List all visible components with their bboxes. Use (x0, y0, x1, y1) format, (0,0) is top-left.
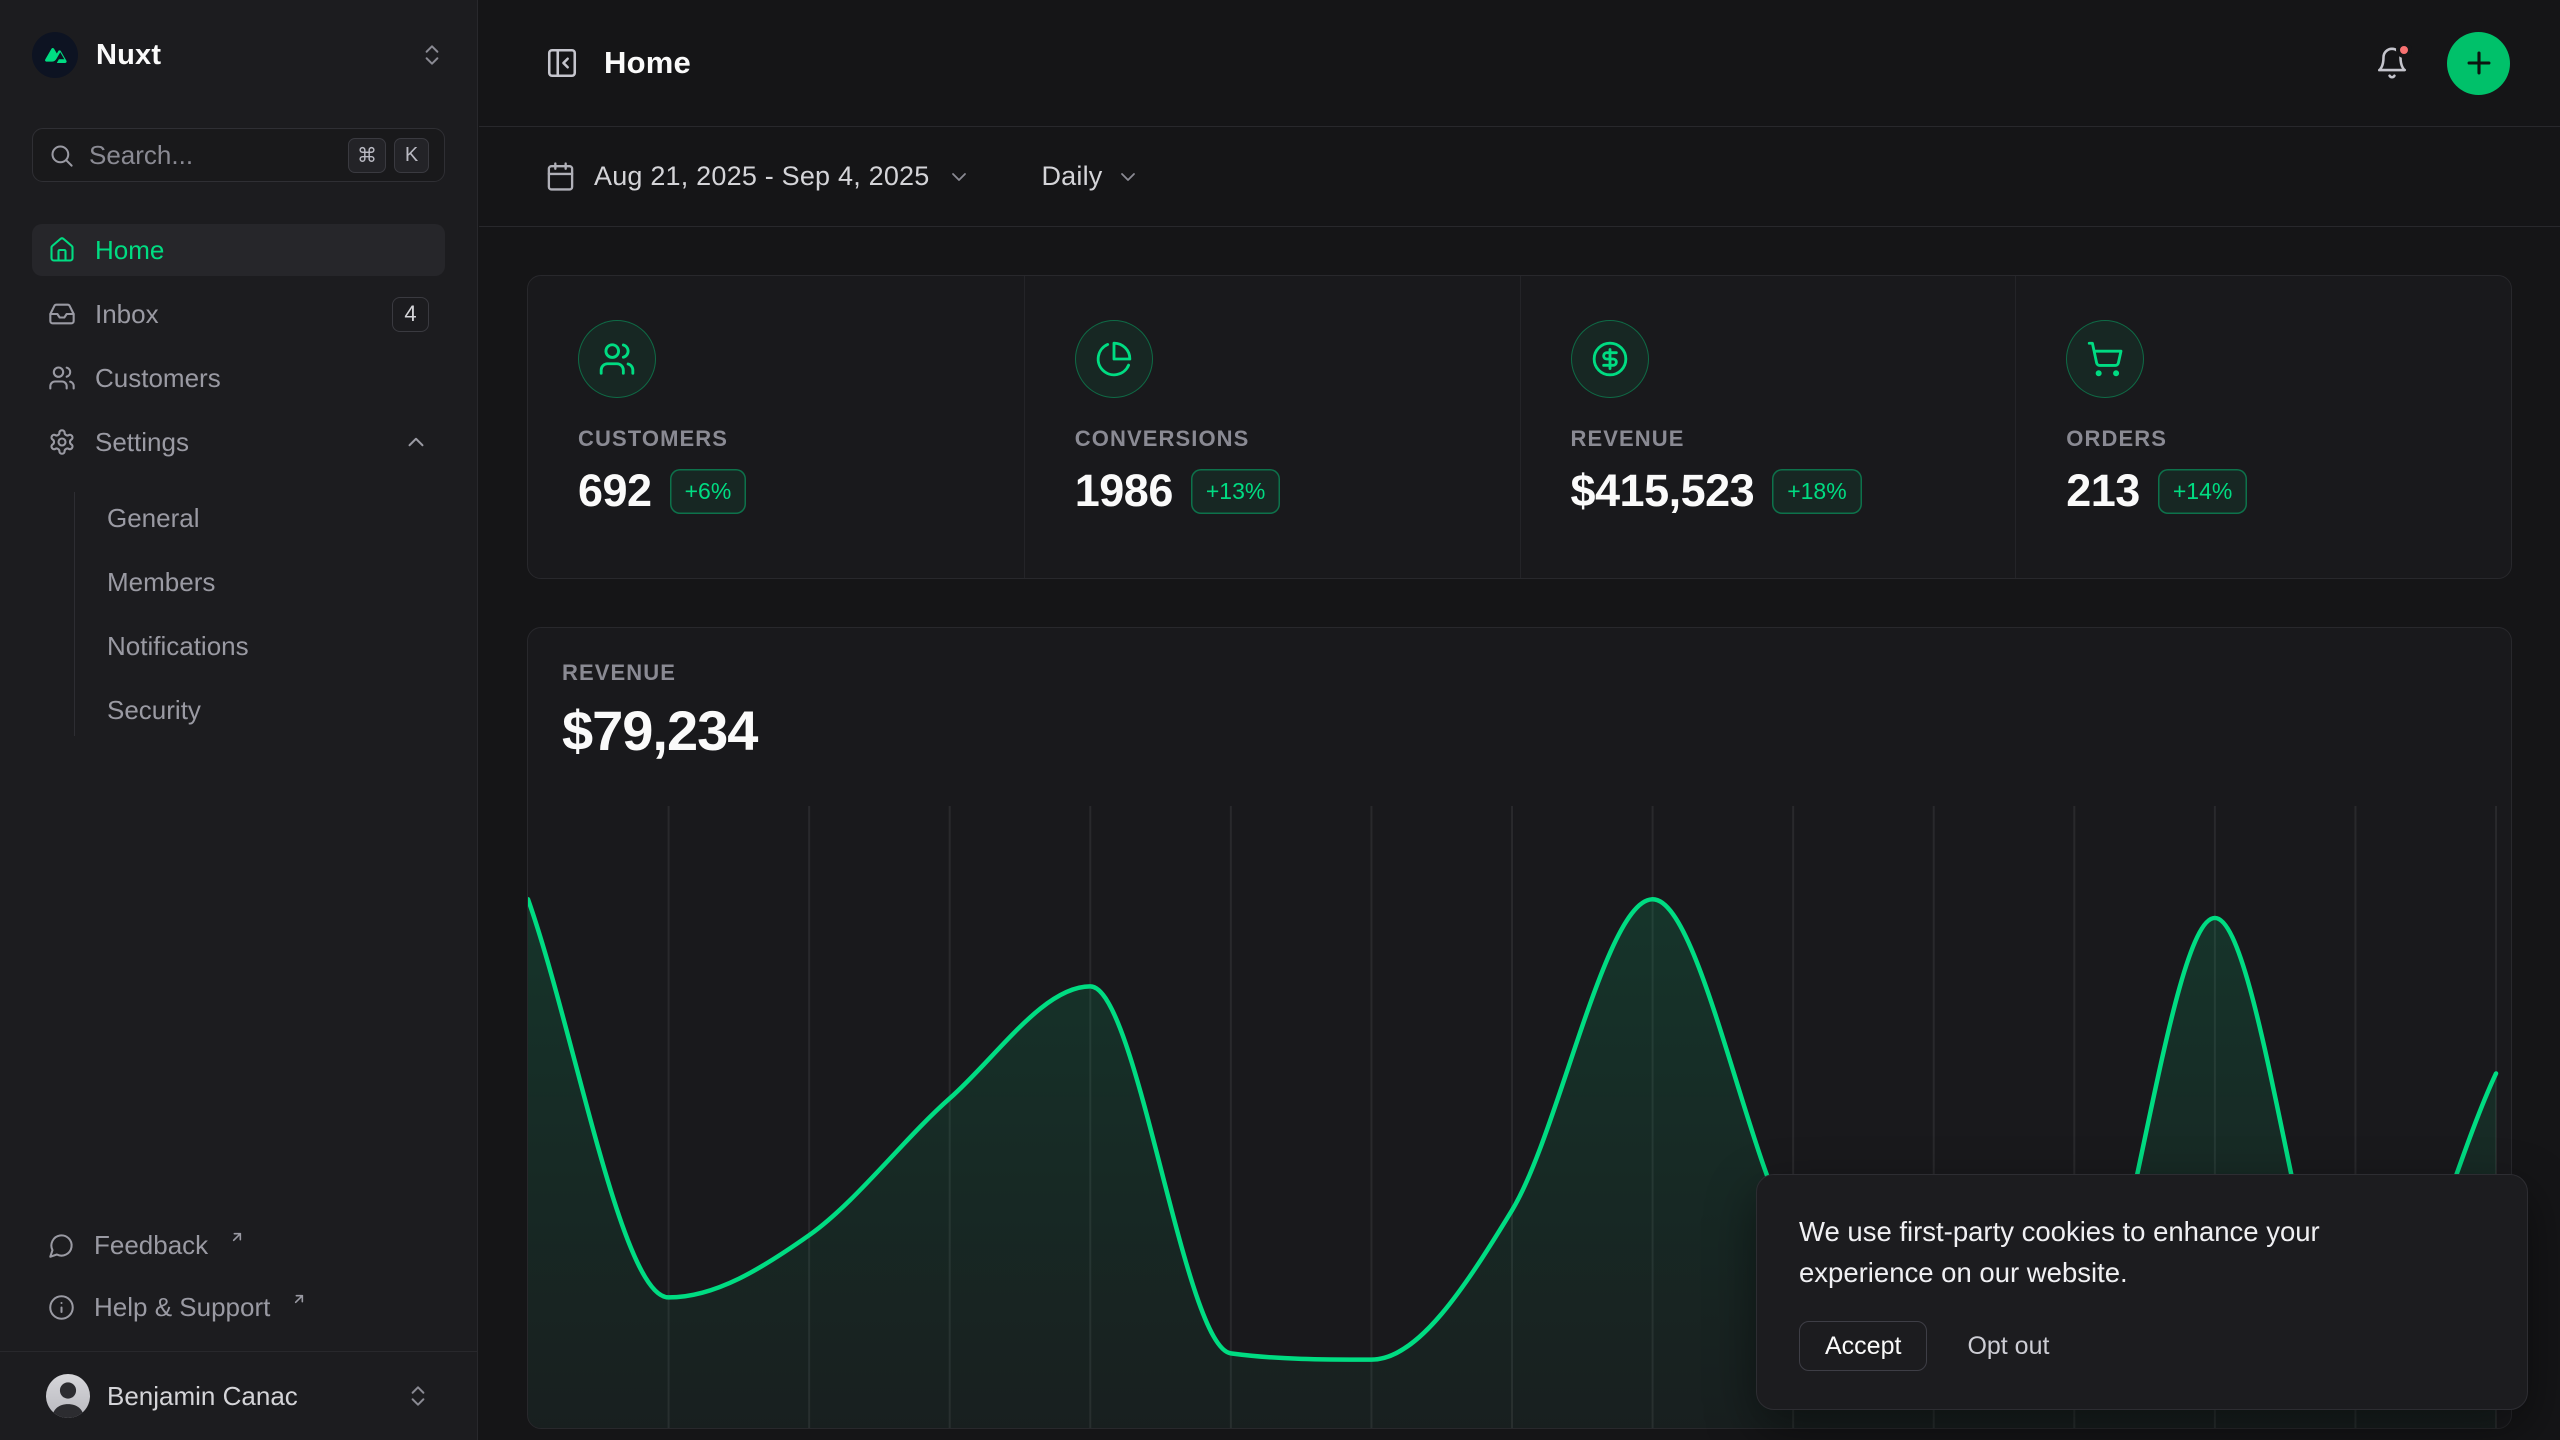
collapse-sidebar-button[interactable] (545, 46, 579, 80)
cart-icon (2086, 340, 2124, 378)
sidebar-item-label: Notifications (107, 631, 249, 662)
help-support-link[interactable]: Help & Support (32, 1281, 445, 1333)
info-circle-icon (48, 1294, 75, 1321)
message-bubble-icon (48, 1232, 75, 1259)
page-title: Home (604, 45, 691, 81)
help-support-label: Help & Support (94, 1292, 270, 1323)
home-icon (48, 236, 76, 264)
stat-value: 213 (2066, 465, 2140, 517)
sidebar-item-home[interactable]: Home (32, 224, 445, 276)
users-icon (598, 340, 636, 378)
sidebar-nav: Home Inbox 4 Customers Settings General … (32, 224, 445, 736)
stat-delta-badge: +14% (2158, 469, 2247, 514)
plus-icon (2462, 46, 2496, 80)
sidebar-item-label: Inbox (95, 299, 159, 330)
sidebar: Nuxt Search... ⌘ K Home Inbox 4 Cu (0, 0, 478, 1440)
external-link-icon (291, 1291, 307, 1307)
dollar-circle-icon (1591, 340, 1629, 378)
filter-bar: Aug 21, 2025 - Sep 4, 2025 Daily (479, 127, 2560, 227)
chevron-down-icon (1116, 165, 1140, 189)
cookie-message-line1: We use first-party cookies to enhance yo… (1799, 1211, 2485, 1252)
sidebar-item-notifications[interactable]: Notifications (75, 620, 445, 672)
user-name: Benjamin Canac (107, 1381, 298, 1412)
date-range-picker[interactable]: Aug 21, 2025 - Sep 4, 2025 (545, 161, 971, 192)
header: Home (479, 0, 2560, 127)
workspace-switcher[interactable]: Nuxt (32, 26, 445, 84)
panel-left-close-icon (545, 46, 579, 80)
stat-label: CONVERSIONS (1075, 426, 1470, 452)
sidebar-item-security[interactable]: Security (75, 684, 445, 736)
sidebar-item-label: Settings (95, 427, 189, 458)
users-icon (48, 364, 76, 392)
stat-delta-badge: +6% (670, 469, 747, 514)
stat-conversions[interactable]: CONVERSIONS 1986 +13% (1024, 276, 1520, 578)
stat-label: CUSTOMERS (578, 426, 974, 452)
nuxt-logo-icon (32, 32, 78, 78)
optout-cookies-button[interactable]: Opt out (1967, 1332, 2049, 1361)
sidebar-item-customers[interactable]: Customers (32, 352, 445, 404)
stat-label: REVENUE (1571, 426, 1966, 452)
inbox-count-badge: 4 (392, 297, 429, 332)
inbox-icon (48, 300, 76, 328)
accept-cookies-button[interactable]: Accept (1799, 1321, 1927, 1371)
chevron-down-icon (947, 165, 971, 189)
sidebar-item-settings[interactable]: Settings (32, 416, 445, 468)
stat-label: ORDERS (2066, 426, 2461, 452)
avatar (46, 1374, 90, 1418)
sidebar-item-label: Customers (95, 363, 221, 394)
stat-delta-badge: +18% (1772, 469, 1861, 514)
sidebar-item-label: Home (95, 235, 164, 266)
settings-subnav: General Members Notifications Security (74, 492, 445, 736)
cookie-banner: We use first-party cookies to enhance yo… (1756, 1174, 2528, 1410)
revenue-chart-label: REVENUE (562, 660, 2477, 686)
sidebar-footer: Feedback Help & Support (32, 1219, 445, 1333)
chevron-up-down-icon (419, 42, 445, 68)
feedback-link[interactable]: Feedback (32, 1219, 445, 1271)
stat-value: 1986 (1075, 465, 1173, 517)
pie-chart-icon (1095, 340, 1133, 378)
stat-value: $415,523 (1571, 465, 1755, 517)
stat-revenue[interactable]: REVENUE $415,523 +18% (1520, 276, 2016, 578)
sidebar-item-label: Members (107, 567, 215, 598)
sidebar-item-label: General (107, 503, 200, 534)
notification-dot (2396, 42, 2412, 58)
stat-delta-badge: +13% (1191, 469, 1280, 514)
sidebar-item-label: Security (107, 695, 201, 726)
sidebar-item-general[interactable]: General (75, 492, 445, 544)
add-button[interactable] (2447, 32, 2510, 95)
calendar-icon (545, 161, 576, 192)
kbd-command: ⌘ (348, 138, 386, 173)
revenue-chart-value: $79,234 (562, 698, 2477, 763)
user-menu[interactable]: Benjamin Canac (32, 1352, 445, 1440)
app-root: Nuxt Search... ⌘ K Home Inbox 4 Cu (0, 0, 2560, 1440)
date-range-value: Aug 21, 2025 - Sep 4, 2025 (594, 161, 929, 192)
kbd-k: K (394, 138, 429, 173)
search-icon (48, 142, 75, 169)
brand-name: Nuxt (96, 39, 161, 72)
sidebar-spacer (32, 736, 445, 1219)
stat-customers[interactable]: CUSTOMERS 692 +6% (528, 276, 1024, 578)
stats-panel: CUSTOMERS 692 +6% CONVERSIONS 1986 +13% (527, 275, 2512, 579)
granularity-select[interactable]: Daily (1041, 161, 1140, 192)
gear-icon (48, 428, 76, 456)
search-placeholder: Search... (89, 140, 193, 171)
notifications-button[interactable] (2375, 46, 2409, 80)
sidebar-item-inbox[interactable]: Inbox 4 (32, 288, 445, 340)
stat-value: 692 (578, 465, 652, 517)
sidebar-item-members[interactable]: Members (75, 556, 445, 608)
external-link-icon (229, 1229, 245, 1245)
search-input[interactable]: Search... ⌘ K (32, 128, 445, 182)
feedback-label: Feedback (94, 1230, 208, 1261)
granularity-value: Daily (1041, 161, 1102, 192)
header-actions (2375, 32, 2510, 95)
search-shortcut: ⌘ K (348, 138, 429, 173)
cookie-message-line2: experience on our website. (1799, 1252, 2485, 1293)
chevron-up-down-icon (405, 1383, 431, 1409)
stat-orders[interactable]: ORDERS 213 +14% (2015, 276, 2511, 578)
chevron-up-icon (403, 429, 429, 455)
